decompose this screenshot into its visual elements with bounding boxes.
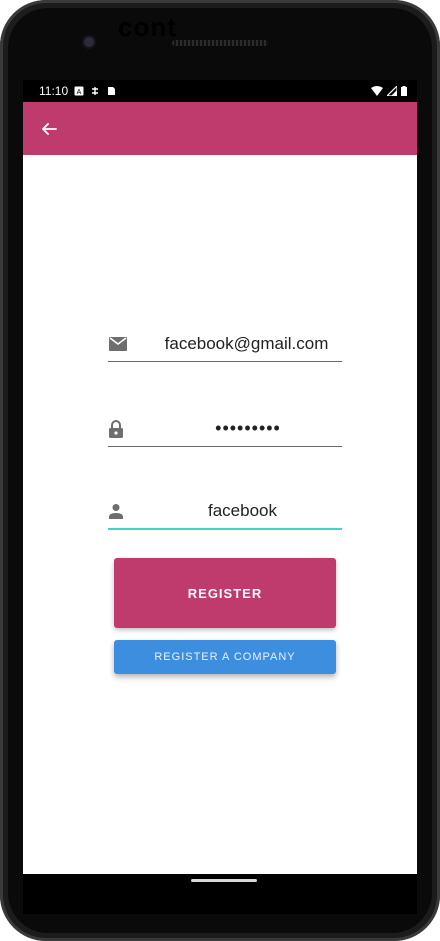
person-icon — [108, 500, 124, 522]
email-input[interactable] — [136, 328, 357, 359]
username-field — [108, 494, 353, 530]
battery-icon — [401, 86, 407, 96]
status-left: 11:10 A — [39, 84, 116, 98]
status-time: 11:10 — [39, 84, 69, 98]
back-button[interactable] — [37, 117, 61, 141]
phone-frame: cont 11:10 A facebook@gmail.com ••••••••… — [0, 0, 440, 941]
notification-sync-icon — [92, 87, 99, 95]
password-input[interactable] — [132, 413, 364, 444]
device-logo-text: cont — [118, 12, 177, 42]
arrow-back-icon — [42, 122, 57, 135]
wifi-icon — [371, 86, 383, 96]
earpiece-speaker — [172, 40, 268, 46]
front-camera — [84, 37, 94, 47]
status-right — [371, 86, 407, 96]
lock-icon — [108, 418, 124, 440]
register-company-button[interactable]: REGISTER A COMPANY — [114, 640, 336, 674]
email-icon — [108, 333, 128, 355]
register-button[interactable]: REGISTER — [114, 558, 336, 628]
username-input[interactable] — [132, 496, 353, 526]
signal-icon — [387, 86, 397, 96]
status-bar: 11:10 A — [23, 80, 417, 102]
home-gesture-handle[interactable] — [191, 879, 257, 882]
app-screen: 11:10 A facebook@gmail.com ••••••••• fac… — [23, 80, 417, 874]
app-bar — [23, 102, 417, 155]
email-field — [108, 326, 357, 362]
password-field — [108, 411, 364, 447]
notification-a-icon: A — [74, 86, 84, 96]
sd-card-icon — [108, 87, 116, 95]
navigation-bar — [23, 874, 417, 914]
svg-text:A: A — [77, 89, 82, 96]
